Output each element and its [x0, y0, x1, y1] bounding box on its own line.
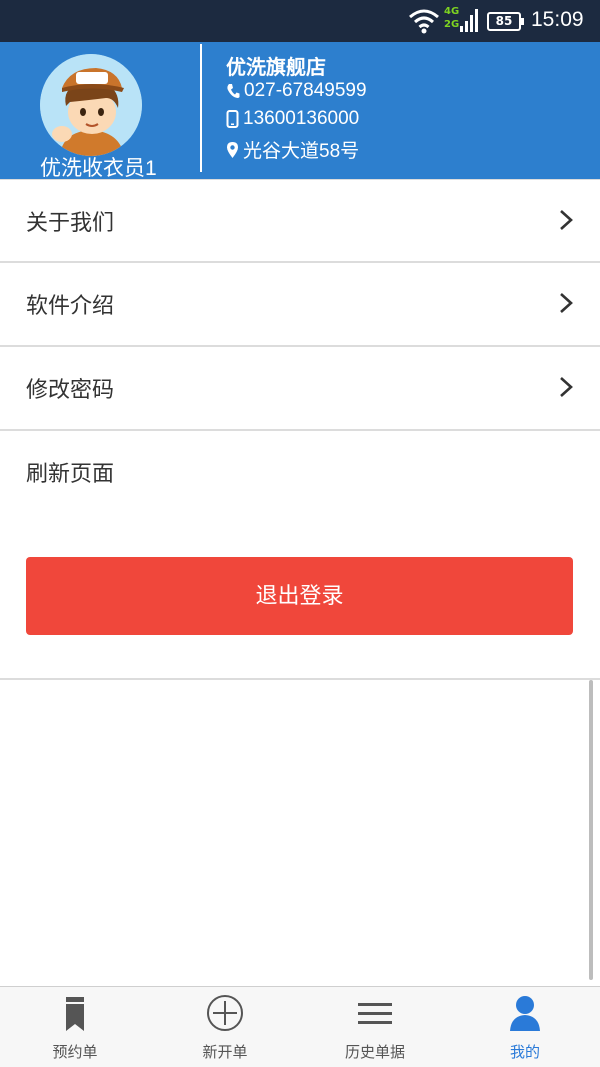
- store-address: 光谷大道58号: [226, 136, 359, 163]
- plus-circle-icon: [207, 995, 243, 1031]
- menu-item-label: 软件介绍: [26, 293, 115, 318]
- chevron-right-icon: [560, 293, 573, 313]
- signal-bars-icon: [460, 9, 478, 32]
- tab-history[interactable]: 历史单据: [300, 987, 450, 1067]
- bookmark-icon: [66, 997, 84, 1031]
- profile-divider: [200, 44, 202, 172]
- store-name: 优洗旗舰店: [226, 57, 326, 79]
- menu-item-software-intro[interactable]: 软件介绍: [0, 263, 600, 347]
- menu-item-about-us[interactable]: 关于我们: [0, 179, 600, 263]
- menu-item-refresh-page[interactable]: 刷新页面: [0, 431, 600, 515]
- phone-icon: [227, 84, 240, 98]
- menu-item-label: 修改密码: [26, 377, 115, 402]
- chevron-right-icon: [560, 377, 573, 397]
- signal-indicator: 4G 2G: [444, 6, 480, 36]
- profile-header: 优洗收衣员1 优洗旗舰店 027-67849599 13600136000 光谷…: [0, 42, 600, 180]
- tab-appointments[interactable]: 预约单: [0, 987, 150, 1067]
- tab-new-order[interactable]: 新开单: [150, 987, 300, 1067]
- menu-lines-icon: [358, 1003, 392, 1024]
- menu-item-change-password[interactable]: 修改密码: [0, 347, 600, 431]
- store-phone: 027-67849599: [226, 80, 367, 102]
- user-icon: [510, 996, 540, 1031]
- address-text: 光谷大道58号: [243, 141, 360, 162]
- avatar[interactable]: [40, 54, 142, 156]
- tab-label: 我的: [509, 1044, 540, 1061]
- tab-label: 历史单据: [344, 1044, 405, 1061]
- location-pin-icon: [227, 141, 238, 158]
- menu-item-label: 刷新页面: [26, 461, 115, 486]
- tab-mine[interactable]: 我的: [450, 987, 600, 1067]
- mobile-icon: [226, 110, 239, 128]
- network-2g-label: 2G: [444, 19, 460, 30]
- status-time: 15:09: [531, 8, 584, 31]
- logout-section: 退出登录: [0, 513, 600, 680]
- store-mobile: 13600136000: [226, 108, 359, 130]
- wifi-icon: [409, 9, 439, 34]
- phone-number: 027-67849599: [244, 80, 367, 101]
- tab-label: 新开单: [202, 1044, 248, 1061]
- settings-menu: 关于我们 软件介绍 修改密码 刷新页面: [0, 179, 600, 515]
- avatar-illustration: [40, 54, 142, 156]
- tab-label: 预约单: [52, 1044, 98, 1061]
- network-4g-label: 4G: [444, 6, 460, 17]
- menu-item-label: 关于我们: [26, 210, 115, 235]
- scrollbar[interactable]: [589, 680, 593, 980]
- bottom-tab-bar: 预约单 新开单 历史单据 我的: [0, 986, 600, 1067]
- status-bar: 4G 2G 85 15:09: [0, 0, 600, 42]
- chevron-right-icon: [560, 210, 573, 230]
- mobile-number: 13600136000: [243, 108, 360, 129]
- user-name: 优洗收衣员1: [40, 157, 157, 180]
- logout-button[interactable]: 退出登录: [26, 557, 573, 635]
- battery-indicator: 85: [487, 12, 524, 31]
